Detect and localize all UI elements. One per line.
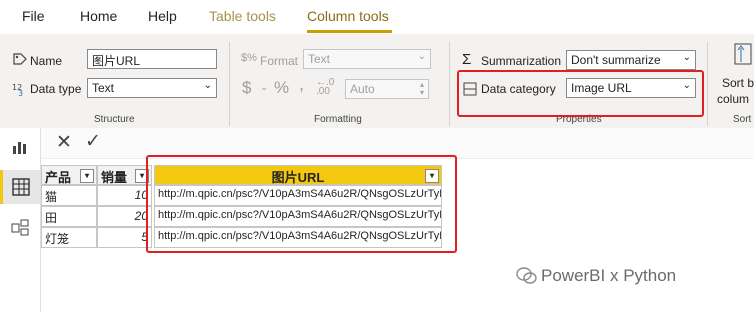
format-label: Format [260, 54, 299, 68]
tag-icon [13, 53, 27, 65]
tab-home[interactable]: Home [80, 8, 117, 24]
tab-column-tools[interactable]: Column tools [307, 8, 389, 24]
column-header-sales[interactable]: 销量 ▾ [97, 165, 152, 185]
model-icon [11, 219, 29, 236]
structure-group-label: Structure [94, 114, 135, 125]
separator [229, 42, 230, 126]
table-cell[interactable]: 20 [97, 206, 152, 227]
summarization-label: Summarization [481, 54, 562, 68]
report-view-button[interactable] [0, 130, 40, 164]
sigma-icon: Σ [462, 51, 472, 68]
decimal-value: Auto [350, 82, 375, 96]
table-cell[interactable]: 田 [41, 206, 97, 227]
data-type-dropdown[interactable]: Text ⌄ [87, 78, 217, 98]
watermark-text: PowerBI x Python [541, 266, 677, 285]
format-icon: $% [241, 52, 257, 64]
chevron-down-icon: ⌄ [682, 52, 691, 63]
tab-file[interactable]: File [22, 8, 45, 24]
summarization-value: Don't summarize [571, 53, 661, 67]
format-value: Text [308, 52, 331, 66]
sort-by-column-icon [734, 43, 752, 65]
column-header-label: 销量 [101, 170, 128, 185]
tab-table-tools[interactable]: Table tools [209, 8, 276, 24]
chevron-down-icon: ⌄ [203, 80, 212, 91]
data-view-button[interactable] [0, 170, 40, 204]
table-cell[interactable]: 猫 [41, 185, 97, 206]
model-view-button[interactable] [0, 210, 40, 244]
sort-group-label: Sort [733, 114, 752, 125]
data-type-value: Text [92, 81, 115, 95]
spinner-icon: ▴ ▾ [419, 80, 424, 97]
sort-by-column-button-line2[interactable]: colum [717, 92, 749, 106]
decimal-input[interactable]: Auto ▴ ▾ [345, 79, 429, 99]
column-header-product[interactable]: 产品 ▾ [41, 165, 97, 185]
formatting-group-label: Formatting [314, 114, 362, 125]
checkmark-icon[interactable]: ✓ [85, 130, 101, 153]
table-icon [12, 178, 30, 196]
summarization-dropdown[interactable]: Don't summarize ⌄ [566, 50, 696, 70]
active-tab-indicator [307, 30, 392, 33]
comma-button[interactable]: , [299, 74, 304, 95]
format-dropdown[interactable]: Text ⌄ [303, 49, 431, 69]
name-label: Name [30, 54, 63, 68]
table-cell[interactable]: 5 [97, 227, 152, 248]
separator [707, 42, 708, 126]
chevron-down-icon[interactable]: ▾ [80, 169, 94, 183]
view-rail [0, 128, 41, 312]
table-cell[interactable]: 10 [97, 185, 152, 206]
name-input[interactable]: 图片URL [87, 49, 217, 69]
svg-text:3: 3 [18, 89, 23, 97]
percent-button[interactable]: % [274, 78, 289, 98]
bar-chart-icon [13, 142, 26, 154]
highlight-image-url-column [146, 155, 457, 253]
table-cell[interactable]: 灯笼 [41, 227, 97, 248]
data-type-icon: 123 [12, 83, 23, 97]
sort-by-column-button[interactable]: Sort b [722, 76, 754, 90]
data-type-label: Data type [30, 82, 82, 96]
highlight-data-category [457, 70, 704, 117]
close-icon[interactable]: ✕ [56, 131, 72, 154]
tab-help[interactable]: Help [148, 8, 177, 24]
name-input-value: 图片URL [92, 54, 141, 68]
ribbon-tab-bar: File Home Help Table tools Column tools [0, 0, 754, 34]
decimal-places-icon[interactable]: ←.0.00 [316, 78, 334, 97]
column-header-label: 产品 [45, 170, 72, 185]
separator [449, 42, 450, 126]
wechat-icon [516, 267, 537, 284]
currency-button[interactable]: $ [242, 78, 251, 98]
chevron-down-icon: ⌄ [260, 82, 269, 93]
chevron-down-icon: ⌄ [417, 51, 426, 62]
